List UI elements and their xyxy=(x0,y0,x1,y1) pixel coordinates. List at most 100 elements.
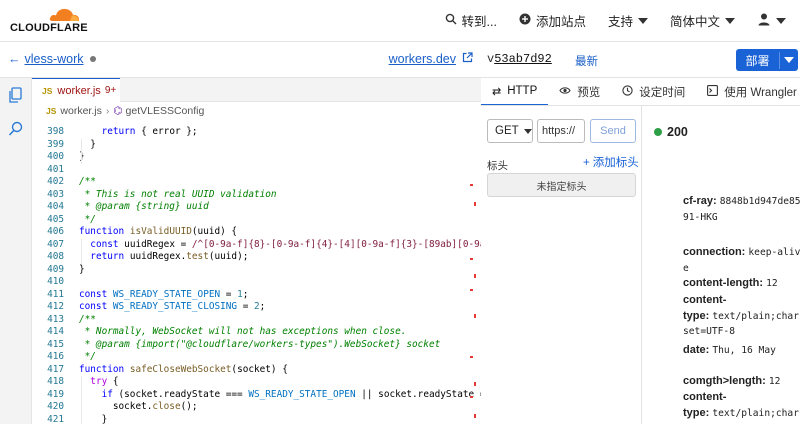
code-line[interactable]: return { error }; xyxy=(79,126,198,137)
tab-http[interactable]: ⇄ HTTP xyxy=(481,78,549,105)
tab-preview-label: 预览 xyxy=(577,87,601,99)
code-line[interactable]: */ xyxy=(79,214,96,225)
tab-wrangler[interactable]: 使用 Wrangler CLI 进行 xyxy=(696,78,800,105)
header-name: content- xyxy=(683,391,727,403)
back-link[interactable]: ← vless-work xyxy=(8,52,96,66)
code-line[interactable]: * This is not real UUID validation xyxy=(79,189,277,200)
tab-worker-js[interactable]: JS worker.js 9+ xyxy=(32,78,120,102)
terminal-icon xyxy=(707,85,719,99)
add-site-button[interactable]: 添加站点 xyxy=(519,11,586,30)
indent-guide xyxy=(81,238,82,264)
language-menu[interactable]: 简体中文 xyxy=(670,11,735,30)
add-header-label: 添加标头 xyxy=(592,157,639,169)
header-name: type: xyxy=(683,406,710,419)
line-number: 407 xyxy=(47,238,64,250)
project-bar: ← vless-work workers.dev xyxy=(0,42,481,78)
code-editor[interactable]: JS worker.js 9+ JS worker.js › ⌬ getVLES… xyxy=(32,78,481,424)
response-header-row: cf-ray: 8848b1d947de8591-HKG xyxy=(683,194,800,225)
tab-file-name: worker.js xyxy=(57,84,101,97)
code-line[interactable]: */ xyxy=(79,351,96,362)
support-menu[interactable]: 支持 xyxy=(608,11,648,30)
chevron-down-icon xyxy=(784,57,794,63)
files-icon[interactable] xyxy=(7,86,25,104)
code-line[interactable]: } xyxy=(79,264,85,275)
search-icon xyxy=(445,13,457,28)
code-line[interactable]: const WS_READY_STATE_OPEN = 1; xyxy=(79,289,248,300)
header-value: 12 xyxy=(766,278,778,289)
indent-guide xyxy=(81,138,82,164)
code-line[interactable]: /** xyxy=(79,314,96,325)
line-number: 402 xyxy=(47,176,64,187)
code-line[interactable]: function isValidUUID(uuid) { xyxy=(79,226,237,237)
code-line[interactable]: const uuidRegex = /^[0-9a-f]{8}-[0-9a-f]… xyxy=(79,239,481,250)
response-header-row: content- type: text/plain;charset=UTF-8 xyxy=(683,293,800,340)
logo-text: CLOUDFLARE xyxy=(10,22,88,34)
code-line[interactable]: * @param {import("@cloudflare/workers-ty… xyxy=(79,339,441,350)
problem-marker xyxy=(474,202,476,206)
header-value: Thu, 16 May xyxy=(712,345,776,356)
latest-label: 最新 xyxy=(575,56,598,68)
response-header-row: date: Thu, 16 May xyxy=(683,343,800,359)
line-number: 411 xyxy=(47,288,64,300)
response-header-row: content- type: text/plain;charset=UTF-8 xyxy=(683,390,800,424)
send-button[interactable]: Send xyxy=(590,119,636,143)
goto-label: 转到... xyxy=(461,15,497,29)
code-line[interactable]: * Normally, WebSocket will not has excep… xyxy=(79,326,407,337)
language-label: 简体中文 xyxy=(669,15,720,29)
code-line[interactable]: } xyxy=(79,414,108,424)
add-header-button[interactable]: + 添加标头 xyxy=(583,154,639,170)
code-line[interactable]: return uuidRegex.test(uuid); xyxy=(79,251,248,262)
tab-schedule[interactable]: 设定时间 xyxy=(611,78,696,105)
indent-guide xyxy=(81,376,82,424)
chevron-down-icon xyxy=(725,17,735,24)
problem-marker xyxy=(474,314,476,318)
line-number: 417 xyxy=(47,363,64,375)
goto-button[interactable]: 转到... xyxy=(445,11,497,30)
preview-pane: v53ab7d92 最新 部署 ⇄ HTTP 预览 设定时间 使用 Wrangl… xyxy=(481,42,800,424)
chevron-down-icon xyxy=(776,17,786,24)
breadcrumb-symbol[interactable]: getVLESSConfig xyxy=(126,105,205,117)
code-line[interactable]: /** xyxy=(79,176,96,187)
editor-pane: ← vless-work workers.dev JS worker.js 9+ xyxy=(0,42,481,424)
top-nav: 转到... 添加站点 支持 简体中文 xyxy=(423,11,786,30)
preview-tabs: ⇄ HTTP 预览 设定时间 使用 Wrangler CLI 进行 xyxy=(481,78,800,106)
version-id[interactable]: v53ab7d92 xyxy=(487,52,552,66)
plus-icon: + xyxy=(583,157,590,169)
response-header-row: connection: keep-alive xyxy=(683,245,800,276)
chevron-down-icon xyxy=(637,17,648,24)
line-number: 408 xyxy=(47,251,64,262)
version-bar: v53ab7d92 最新 部署 xyxy=(481,42,800,78)
code-line[interactable]: * @param {string} uuid xyxy=(79,201,209,212)
header-name: connection: xyxy=(683,246,746,258)
tab-preview[interactable]: 预览 xyxy=(548,78,611,105)
line-number: 409 xyxy=(47,263,64,275)
plus-circle-icon xyxy=(519,13,531,28)
method-select[interactable]: GET xyxy=(487,119,533,143)
code-line[interactable]: socket.close(); xyxy=(79,401,198,412)
request-panel: GET https:// Send 标头 + 添加标头 未指定标头 xyxy=(481,106,642,424)
editor-tabs: JS worker.js 9+ xyxy=(32,78,481,102)
response-panel: 200 cf-ray: 8848b1d947de8591-HKG connect… xyxy=(642,106,800,424)
line-number: 419 xyxy=(47,388,64,400)
url-input[interactable]: https:// xyxy=(537,119,585,143)
breadcrumb-file[interactable]: worker.js xyxy=(60,105,101,117)
method-value: GET xyxy=(495,125,519,137)
deploy-dropdown[interactable] xyxy=(780,57,798,63)
search-icon[interactable] xyxy=(7,120,25,138)
code-area[interactable]: 398 return { error }; 399 } 400} 401402 /** 4… xyxy=(32,124,481,424)
deploy-button[interactable]: 部署 xyxy=(736,49,798,71)
line-number: 410 xyxy=(47,276,64,287)
workers-dev-link[interactable]: workers.dev xyxy=(389,52,473,66)
user-menu[interactable] xyxy=(757,12,786,29)
code-line[interactable]: if (socket.readyState === WS_READY_STATE… xyxy=(79,389,481,400)
code-line[interactable]: const WS_READY_STATE_CLOSING = 2; xyxy=(79,301,265,312)
problem-count-badge: 9+ xyxy=(104,85,117,96)
activity-bar xyxy=(0,78,32,424)
header-name: content- xyxy=(683,294,727,306)
arrow-left-icon: ← xyxy=(8,52,21,66)
cloudflare-logo[interactable]: CLOUDFLARE xyxy=(10,6,90,36)
code-line[interactable]: function safeCloseWebSocket(socket) { xyxy=(79,364,288,375)
code-line[interactable]: try { xyxy=(79,376,118,387)
eye-icon xyxy=(559,86,571,98)
top-bar: CLOUDFLARE 转到... 添加站点 支持 简体中文 xyxy=(0,0,800,42)
